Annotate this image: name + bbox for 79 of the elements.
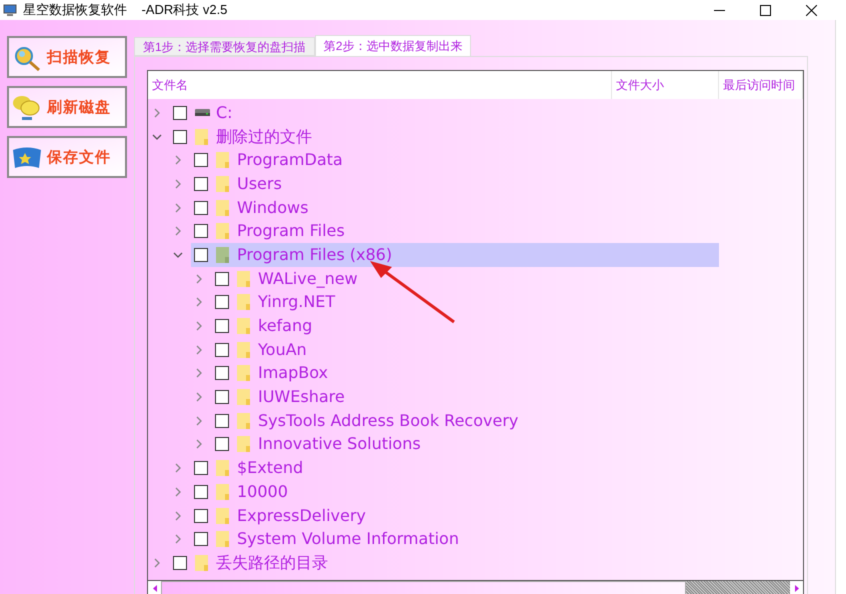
checkbox[interactable]	[194, 532, 208, 546]
folder-name[interactable]: Program Files	[237, 219, 345, 244]
folder-icon	[195, 554, 208, 571]
folder-icon	[216, 152, 229, 168]
folder-name[interactable]: Windows	[237, 196, 308, 220]
checkbox[interactable]	[173, 556, 187, 570]
checkbox[interactable]	[194, 484, 208, 499]
folder-name[interactable]: WALive_new	[258, 266, 358, 291]
folder-icon	[237, 412, 250, 429]
checkbox[interactable]	[173, 130, 187, 144]
folder-icon	[216, 531, 229, 548]
right-arrow-icon	[794, 584, 798, 592]
checkbox[interactable]	[215, 366, 229, 380]
folder-icon	[237, 318, 250, 334]
folder-icon	[216, 200, 229, 216]
window-title: 星空数据恢复软件 -ADR科技 v2.5	[23, 1, 228, 20]
folder-name[interactable]: kefang	[258, 314, 312, 338]
folder-icon	[216, 246, 229, 263]
app-icon	[3, 4, 17, 16]
folder-icon	[216, 484, 229, 500]
checkbox[interactable]	[215, 437, 229, 452]
folder-icon	[237, 436, 250, 452]
folder-icon	[216, 223, 229, 240]
checkbox[interactable]	[215, 414, 229, 428]
sidebar-button[interactable]: 保存文件	[7, 136, 127, 178]
folder-name[interactable]: 10000	[237, 480, 288, 504]
tab[interactable]: 第2步：选中数据复制出来	[314, 35, 472, 56]
left-arrow-icon	[152, 584, 156, 592]
folder-icon	[237, 270, 250, 287]
close-icon	[806, 4, 816, 16]
maximize-icon	[760, 4, 770, 16]
folder-icon	[216, 508, 229, 524]
checkbox[interactable]	[194, 176, 208, 191]
folder-icon	[216, 176, 229, 192]
checkbox[interactable]	[194, 508, 208, 523]
sidebar-button[interactable]: 扫描恢复	[7, 36, 127, 78]
checkbox[interactable]	[215, 342, 229, 357]
folder-name[interactable]: Yinrg.NET	[258, 290, 336, 314]
sidebar-button[interactable]: 刷新磁盘	[7, 86, 127, 128]
checkbox[interactable]	[194, 224, 208, 238]
collapse-chevron-icon[interactable]	[152, 132, 162, 142]
folder-name[interactable]: System Volume Information	[237, 527, 459, 552]
folder-name[interactable]: SysTools Address Book Recovery	[258, 408, 518, 433]
folder-icon	[216, 460, 229, 476]
checkbox[interactable]	[215, 295, 229, 310]
checkbox[interactable]	[194, 461, 208, 476]
folder-icon	[237, 342, 250, 358]
checkbox[interactable]	[215, 272, 229, 286]
checkbox[interactable]	[215, 390, 229, 404]
folder-icon	[195, 128, 208, 145]
column-header[interactable]: 最后访问时间	[719, 71, 803, 99]
folder-name[interactable]: Program Files (x86)	[237, 242, 392, 267]
drive-icon	[195, 109, 210, 116]
checkbox[interactable]	[215, 319, 229, 334]
horizontal-scrollbar[interactable]	[148, 580, 803, 594]
folder-name[interactable]: $Extend	[237, 456, 304, 480]
folder-name[interactable]: ExpressDelivery	[237, 504, 366, 528]
folder-name[interactable]: 丢失路径的目录	[216, 550, 328, 575]
checkbox[interactable]	[194, 200, 208, 215]
checkbox[interactable]	[194, 248, 208, 262]
drive-name[interactable]: C:	[216, 100, 233, 125]
checkbox[interactable]	[173, 106, 187, 120]
folder-name[interactable]: IUWEshare	[258, 385, 345, 410]
checkbox[interactable]	[194, 153, 208, 168]
collapse-chevron-icon[interactable]	[173, 250, 183, 260]
folder-name[interactable]: ImapBox	[258, 361, 328, 386]
column-header[interactable]: 文件名	[148, 71, 612, 99]
folder-name[interactable]: YouAn	[258, 338, 307, 362]
folder-name[interactable]: ProgramData	[237, 148, 343, 172]
tab[interactable]: 第1步：选择需要恢复的盘扫描	[134, 37, 315, 56]
scroll-thumb[interactable]	[161, 581, 686, 594]
folder-name[interactable]: Innovative Solutions	[258, 432, 421, 456]
folder-name[interactable]: 删除过的文件	[216, 124, 312, 149]
folder-icon	[237, 294, 250, 310]
folder-name[interactable]: Users	[237, 172, 282, 196]
folder-icon	[237, 365, 250, 382]
selected-row-highlight[interactable]: Program Files (x86)	[191, 243, 719, 267]
column-header[interactable]: 文件大小	[612, 71, 719, 99]
folder-icon	[237, 389, 250, 406]
